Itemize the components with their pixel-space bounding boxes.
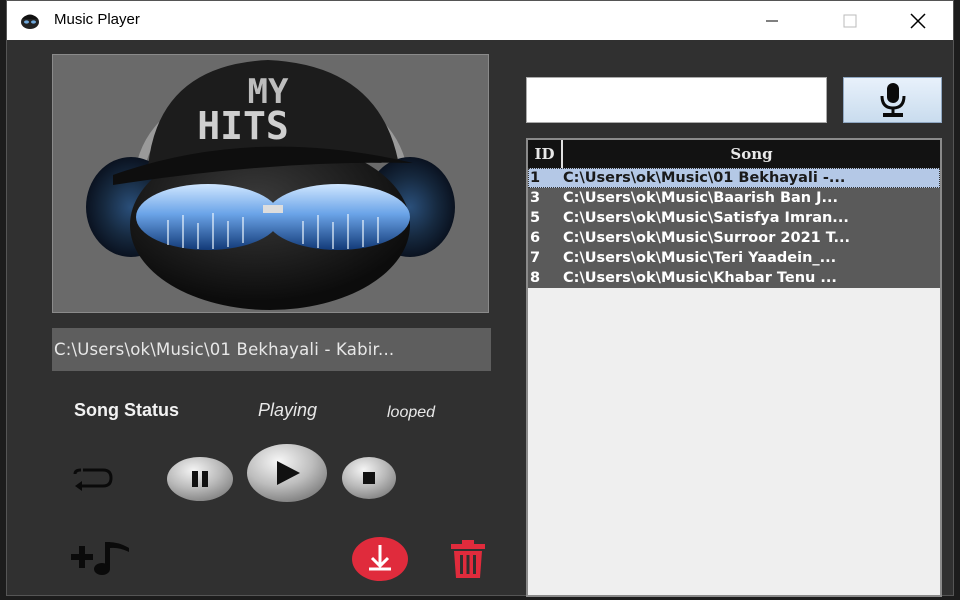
row-song: C:\Users\ok\Music\Satisfya Imran...: [563, 210, 849, 226]
play-button[interactable]: [246, 443, 328, 503]
loop-icon[interactable]: [69, 465, 115, 491]
download-icon[interactable]: [351, 536, 409, 582]
title-bar: Music Player: [7, 1, 953, 40]
search-input[interactable]: [526, 77, 827, 123]
album-art-text-hits: HITS: [197, 104, 289, 148]
add-music-icon[interactable]: [67, 538, 133, 578]
row-song: C:\Users\ok\Music\Teri Yaadein_...: [563, 250, 837, 266]
table-row[interactable]: 3 C:\Users\ok\Music\Baarish Ban J...: [528, 188, 940, 208]
row-song: C:\Users\ok\Music\01 Bekhayali -...: [563, 170, 846, 186]
album-art: MY HITS: [52, 54, 489, 313]
minimize-icon: [766, 20, 778, 21]
table-row[interactable]: 8 C:\Users\ok\Music\Khabar Tenu ...: [528, 268, 940, 288]
maximize-button[interactable]: [815, 1, 885, 40]
stop-icon: [363, 472, 375, 484]
row-id: 6: [530, 230, 541, 246]
stop-button[interactable]: [341, 456, 397, 500]
row-id: 3: [530, 190, 541, 206]
close-button[interactable]: [883, 1, 953, 40]
loop-status-value: looped: [387, 404, 436, 421]
pause-button[interactable]: [166, 456, 234, 502]
song-status-value: Playing: [258, 400, 318, 420]
table-row[interactable]: 6 C:\Users\ok\Music\Surroor 2021 T...: [528, 228, 940, 248]
maximize-icon: [843, 14, 857, 27]
table-row[interactable]: 1 C:\Users\ok\Music\01 Bekhayali -...: [528, 168, 940, 188]
table-row[interactable]: 7 C:\Users\ok\Music\Teri Yaadein_...: [528, 248, 940, 268]
table-header: ID Song: [528, 140, 940, 168]
row-id: 5: [530, 210, 541, 226]
now-playing-path: C:\Users\ok\Music\01 Bekhayali - Kabir..…: [52, 328, 491, 371]
column-header-song[interactable]: Song: [563, 140, 940, 168]
row-id: 7: [530, 250, 541, 266]
album-art-image: MY HITS: [86, 60, 455, 310]
app-logo-icon: [21, 14, 39, 29]
row-song: C:\Users\ok\Music\Baarish Ban J...: [563, 190, 839, 206]
voice-search-button[interactable]: [843, 77, 942, 123]
song-status-label: Song Status: [74, 400, 180, 420]
row-id: 8: [530, 270, 541, 286]
row-song: C:\Users\ok\Music\Surroor 2021 T...: [563, 230, 851, 246]
playlist-table[interactable]: ID Song 1 C:\Users\ok\Music\01 Bekhayali…: [526, 138, 942, 597]
table-row[interactable]: 5 C:\Users\ok\Music\Satisfya Imran...: [528, 208, 940, 228]
column-header-id[interactable]: ID: [528, 140, 563, 168]
trash-icon[interactable]: [447, 538, 489, 580]
close-icon: [910, 12, 926, 29]
app-window: Music Player MY HITS C:\Users\ok\Music\0…: [6, 0, 954, 597]
microphone-icon: [880, 83, 905, 117]
row-id: 1: [530, 170, 541, 186]
row-song: C:\Users\ok\Music\Khabar Tenu ...: [563, 270, 837, 286]
minimize-button[interactable]: [737, 1, 807, 40]
window-title: Music Player: [54, 11, 140, 28]
